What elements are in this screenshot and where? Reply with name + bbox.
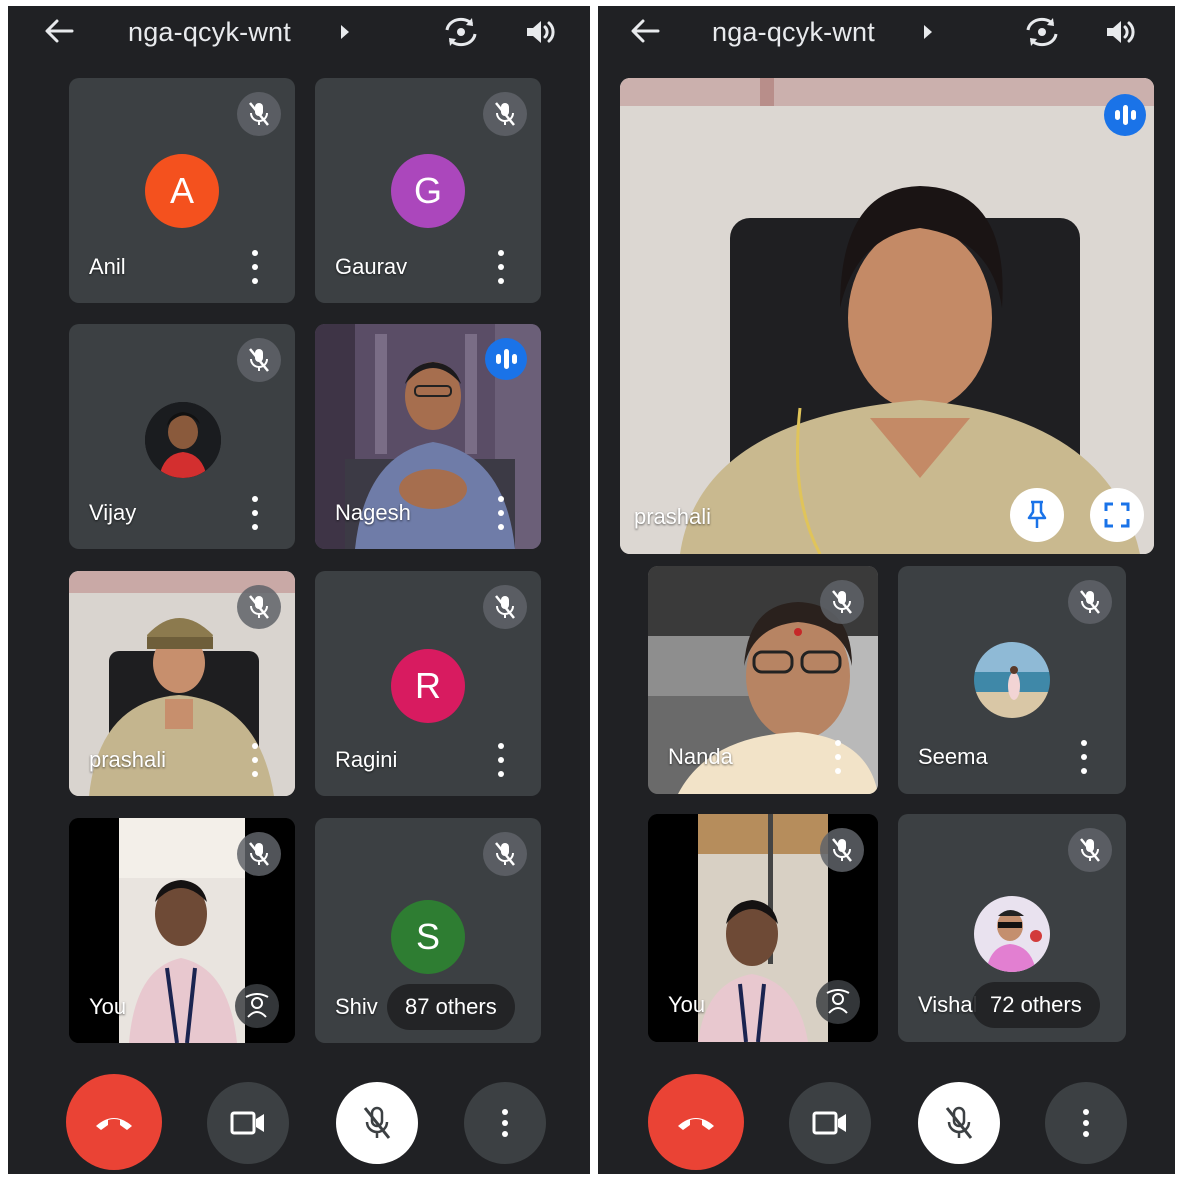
videocam-icon (230, 1111, 264, 1135)
call-end-icon (678, 1118, 714, 1130)
meeting-code[interactable]: nga-qcyk-wnt (712, 17, 875, 48)
more-vert-icon (1083, 1109, 1089, 1137)
participant-name: You (89, 994, 127, 1019)
self-view-tile[interactable]: You (69, 818, 295, 1043)
audio-level-icon (485, 338, 527, 380)
participant-name: Anil (89, 254, 126, 279)
more-vert-icon[interactable] (249, 496, 261, 530)
mic-off-icon (237, 92, 281, 136)
mic-off-icon (237, 832, 281, 876)
participant-tile-ragini[interactable]: R Ragini (315, 571, 541, 796)
others-count[interactable]: 87 others (387, 984, 515, 1030)
participant-name: Shiv (335, 994, 378, 1019)
microphone-button[interactable] (336, 1082, 418, 1164)
meeting-code[interactable]: nga-qcyk-wnt (128, 17, 291, 48)
mic-off-icon (945, 1106, 973, 1139)
participant-name: Vijay (89, 500, 137, 525)
microphone-button[interactable] (918, 1082, 1000, 1164)
fullscreen-button[interactable] (1090, 488, 1144, 542)
participant-name: Ragini (335, 747, 398, 772)
right-call-screen: nga-qcyk-wnt prashali Nanda Seema You Vi… (598, 6, 1175, 1174)
mic-off-icon (820, 828, 864, 872)
participant-name: You (668, 992, 706, 1017)
avatar: S (391, 900, 465, 974)
participant-tile-nanda[interactable]: Nanda (648, 566, 878, 794)
self-view-icon[interactable] (235, 984, 279, 1028)
more-vert-icon[interactable] (249, 743, 261, 777)
more-options-button[interactable] (1045, 1082, 1127, 1164)
more-vert-icon[interactable] (495, 496, 507, 530)
meeting-details-caret-icon[interactable] (924, 25, 932, 39)
participant-tile-shiv[interactable]: S Shiv 87 others (315, 818, 541, 1043)
more-options-button[interactable] (464, 1082, 546, 1164)
top-bar: nga-qcyk-wnt (598, 6, 1175, 56)
end-call-button[interactable] (66, 1074, 162, 1170)
meeting-details-caret-icon[interactable] (341, 25, 349, 39)
pin-button[interactable] (1010, 488, 1064, 542)
end-call-button[interactable] (648, 1074, 744, 1170)
participant-tile-vishal[interactable]: Vishal 72 others (898, 814, 1126, 1042)
left-call-screen: nga-qcyk-wnt A Anil G Gaurav Vijay Nages… (8, 6, 590, 1174)
participant-tile-anil[interactable]: A Anil (69, 78, 295, 303)
avatar: G (391, 154, 465, 228)
avatar (974, 642, 1050, 718)
mic-off-icon (483, 832, 527, 876)
participant-name: prashali (634, 504, 712, 529)
mic-off-icon (820, 580, 864, 624)
mic-off-icon (237, 338, 281, 382)
more-vert-icon (502, 1109, 508, 1137)
camera-button[interactable] (207, 1082, 289, 1164)
more-vert-icon[interactable] (1078, 740, 1090, 774)
more-vert-icon[interactable] (832, 740, 844, 774)
avatar (145, 402, 221, 478)
more-vert-icon[interactable] (249, 250, 261, 284)
arrow-back-icon[interactable] (630, 18, 660, 44)
mic-off-icon (1068, 580, 1112, 624)
featured-participant-tile[interactable]: prashali (620, 78, 1154, 554)
more-vert-icon[interactable] (495, 743, 507, 777)
others-count[interactable]: 72 others (972, 982, 1100, 1028)
pin-icon (1027, 500, 1047, 528)
participant-tile-vijay[interactable]: Vijay (69, 324, 295, 549)
call-end-icon (96, 1118, 132, 1130)
more-vert-icon[interactable] (495, 250, 507, 284)
participant-name: prashali (89, 747, 167, 772)
avatar: R (391, 649, 465, 723)
avatar (974, 896, 1050, 972)
self-view-icon[interactable] (816, 980, 860, 1024)
participant-tile-nagesh[interactable]: Nagesh (315, 324, 541, 549)
participant-name: Gaurav (335, 254, 408, 279)
speaker-icon[interactable] (1104, 18, 1138, 46)
participant-name: Nanda (668, 744, 733, 769)
avatar: A (145, 154, 219, 228)
participant-name: Vishal (918, 992, 978, 1017)
mic-off-icon (363, 1106, 391, 1139)
fullscreen-icon (1104, 502, 1130, 528)
participant-tile-prashali[interactable]: prashali (69, 571, 295, 796)
mic-off-icon (483, 585, 527, 629)
videocam-icon (812, 1111, 846, 1135)
flip-camera-icon[interactable] (442, 16, 480, 48)
mic-off-icon (237, 585, 281, 629)
mic-off-icon (1068, 828, 1112, 872)
arrow-back-icon[interactable] (44, 18, 74, 44)
camera-button[interactable] (789, 1082, 871, 1164)
flip-camera-icon[interactable] (1023, 16, 1061, 48)
audio-level-icon (1104, 94, 1146, 136)
mic-off-icon (483, 92, 527, 136)
self-view-tile[interactable]: You (648, 814, 878, 1042)
participant-tile-seema[interactable]: Seema (898, 566, 1126, 794)
featured-video (620, 78, 1154, 554)
participant-name: Nagesh (335, 500, 411, 525)
speaker-icon[interactable] (524, 18, 558, 46)
participant-name: Seema (918, 744, 988, 769)
top-bar: nga-qcyk-wnt (8, 6, 590, 56)
participant-tile-gaurav[interactable]: G Gaurav (315, 78, 541, 303)
